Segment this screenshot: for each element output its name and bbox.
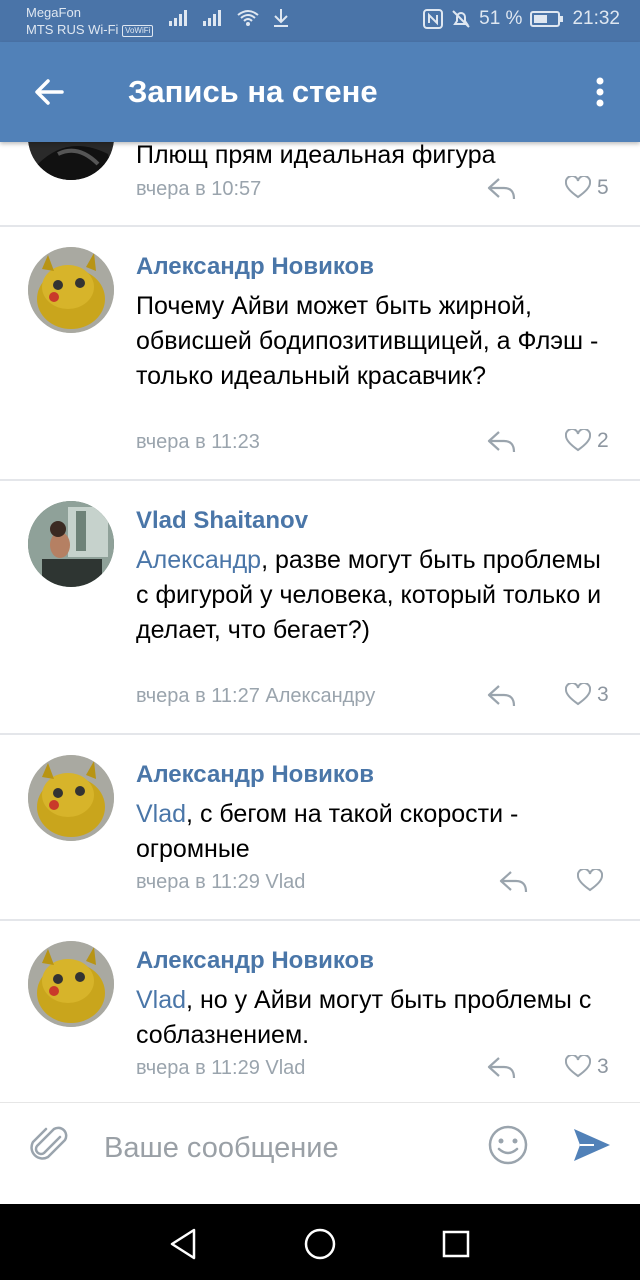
- avatar[interactable]: [28, 755, 114, 841]
- page-title: Запись на стене: [128, 74, 378, 109]
- like-button[interactable]: 3: [565, 1055, 609, 1079]
- carrier-secondary: MTS RUS Wi-Fi VoWiFi: [26, 21, 154, 38]
- mention-link[interactable]: Vlad: [136, 986, 186, 1014]
- emoji-icon[interactable]: [486, 1123, 530, 1167]
- status-bar: MegaFon MTS RUS Wi-Fi VoWiFi 51 % 21:32: [0, 0, 640, 42]
- mute-bell-icon: [452, 10, 470, 28]
- comment-item: Плющ прям идеальная фигура вчера в 10:57…: [0, 142, 640, 226]
- like-button[interactable]: 3: [565, 683, 609, 707]
- reply-icon[interactable]: [486, 429, 518, 455]
- send-icon[interactable]: [570, 1123, 614, 1167]
- avatar[interactable]: [28, 142, 114, 180]
- comment-item: Александр Новиков Почему Айви может быть…: [0, 227, 640, 479]
- comment-author[interactable]: Александр Новиков: [136, 760, 374, 790]
- comment-meta: вчера в 11:23: [136, 431, 260, 453]
- comment-text: Плющ прям идеальная фигура: [136, 142, 496, 169]
- heart-icon: [577, 869, 603, 892]
- heart-icon: [565, 176, 591, 199]
- like-button[interactable]: 5: [565, 176, 609, 200]
- top-app-bar: Запись на стене: [0, 42, 640, 142]
- like-count: 3: [597, 1055, 609, 1078]
- comment-author[interactable]: Vlad Shaitanov: [136, 506, 308, 536]
- nav-home-icon[interactable]: [300, 1224, 340, 1264]
- reply-icon[interactable]: [486, 683, 518, 709]
- comment-item: Александр Новиков Vlad, но у Айви могут …: [0, 921, 640, 1102]
- like-count: 3: [597, 683, 609, 706]
- nav-recents-icon[interactable]: [436, 1224, 476, 1264]
- signal-icon: [169, 10, 187, 26]
- battery-percent: 51 %: [479, 8, 523, 29]
- reply-icon[interactable]: [498, 869, 530, 895]
- system-navigation-bar: [0, 1204, 640, 1280]
- carrier-primary: MegaFon: [26, 5, 81, 20]
- status-right: 51 % 21:32: [423, 8, 620, 30]
- heart-icon: [565, 1055, 591, 1078]
- avatar[interactable]: [28, 501, 114, 587]
- download-icon: [274, 9, 288, 27]
- signal-icon: [203, 10, 221, 26]
- message-input[interactable]: [102, 1125, 466, 1171]
- comment-item: Александр Новиков Vlad, с бегом на такой…: [0, 735, 640, 919]
- message-composer: [0, 1102, 640, 1205]
- vowifi-badge: VoWiFi: [122, 25, 154, 37]
- comment-item: Vlad Shaitanov Александр, разве могут бы…: [0, 481, 640, 733]
- heart-icon: [565, 683, 591, 706]
- comment-text: Vlad, с бегом на такой скорости - огромн…: [136, 800, 519, 863]
- avatar[interactable]: [28, 941, 114, 1027]
- avatar[interactable]: [28, 247, 114, 333]
- comment-text: Почему Айви может быть жирной, обвисшей …: [136, 292, 599, 390]
- wifi-icon: [237, 10, 259, 26]
- nav-back-icon[interactable]: [164, 1224, 204, 1264]
- comment-meta: вчера в 10:57: [136, 178, 262, 200]
- comments-feed: Плющ прям идеальная фигура вчера в 10:57…: [0, 142, 640, 1102]
- more-menu-icon[interactable]: [590, 72, 610, 112]
- like-count: 5: [597, 176, 609, 199]
- battery-icon: [530, 11, 564, 27]
- comment-meta: вчера в 11:29 Vlad: [136, 871, 306, 893]
- like-count: 2: [597, 429, 609, 452]
- status-icons: [168, 8, 290, 28]
- comment-meta: вчера в 11:27 Александру: [136, 685, 376, 707]
- like-button[interactable]: 2: [565, 429, 609, 453]
- clock: 21:32: [572, 8, 620, 29]
- comment-text: Александр, разве могут быть проблемы с ф…: [136, 546, 602, 644]
- comment-text: Vlad, но у Айви могут быть проблемы с со…: [136, 986, 592, 1049]
- heart-icon: [565, 429, 591, 452]
- back-arrow-icon[interactable]: [30, 72, 70, 112]
- reply-icon[interactable]: [486, 176, 518, 202]
- comment-meta: вчера в 11:29 Vlad: [136, 1057, 306, 1079]
- like-button[interactable]: [577, 869, 603, 893]
- comment-author[interactable]: Александр Новиков: [136, 252, 374, 282]
- comment-author[interactable]: Александр Новиков: [136, 946, 374, 976]
- carrier-info: MegaFon MTS RUS Wi-Fi VoWiFi: [26, 4, 154, 38]
- mention-link[interactable]: Александр: [136, 546, 261, 574]
- paperclip-icon[interactable]: [30, 1123, 70, 1167]
- mention-link[interactable]: Vlad: [136, 800, 186, 828]
- nfc-icon: [423, 9, 444, 29]
- reply-icon[interactable]: [486, 1055, 518, 1081]
